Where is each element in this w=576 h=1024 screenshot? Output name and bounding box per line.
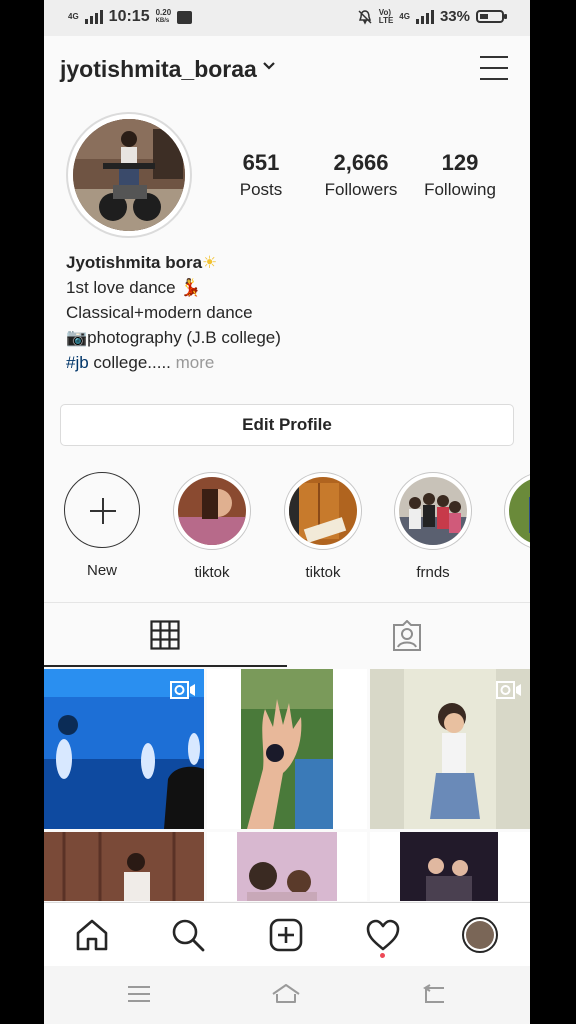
tab-tagged[interactable] [287,603,530,667]
username-switcher[interactable]: jyotishmita_boraa [60,56,257,83]
following-stat[interactable]: 129 Following [418,150,502,200]
post-thumbnail[interactable] [207,669,367,829]
dancer-emoji: 💃 [180,278,202,297]
network-type-right: 4G [399,11,410,21]
followers-stat[interactable]: 2,666 Followers [316,150,406,200]
highlight-new[interactable]: New [60,472,144,579]
signal-icon [84,10,103,24]
bio: Jyotishmita bora☀ 1st love dance 💃 Class… [66,250,281,375]
display-name: Jyotishmita bora [66,253,203,272]
highlight-tiktok-1[interactable]: tiktok [170,472,254,581]
edit-profile-button[interactable]: Edit Profile [60,404,514,446]
bio-line-3: photography (J.B college) [87,328,281,347]
post-thumbnail[interactable] [44,832,204,901]
network-type-left: 4G [68,12,79,21]
posts-stat[interactable]: 651 Posts [232,150,290,200]
video-icon [496,681,521,699]
volte-indicator: Vo) LTE [378,7,394,25]
highlight-label: frnds [416,564,450,581]
highlight-frnds[interactable]: frnds [391,472,475,581]
hashtag-link[interactable]: #jb [66,353,89,372]
search-icon[interactable] [170,917,206,953]
more-link[interactable]: more [171,353,215,372]
phone-screen: 4G 10:15 0.20 KB/s Vo) LTE 4G 33% jyotis… [44,0,530,1024]
post-thumbnail[interactable] [207,832,367,901]
status-bar: 4G 10:15 0.20 KB/s Vo) LTE 4G 33% [44,0,530,36]
back-icon[interactable] [422,984,446,1004]
highlight-tiktok-2[interactable]: tiktok [281,472,365,581]
silent-bell-icon [358,9,372,25]
message-icon [177,10,193,24]
home-icon[interactable] [74,917,110,953]
camera-emoji: 📷 [66,328,88,347]
chevron-down-icon[interactable] [262,59,276,73]
system-navigation-bar [44,966,530,1024]
clock: 10:15 [108,8,150,25]
add-post-icon[interactable] [268,917,304,953]
highlight-label: tiktok [305,564,341,581]
highlight-cover [509,477,530,545]
profile-header: jyotishmita_boraa [44,36,530,104]
highlight-label: tiktok [194,564,230,581]
highlight-tree[interactable]: tree [501,472,530,581]
tagged-icon [393,620,421,651]
sun-emoji: ☀ [202,253,218,272]
highlight-label: New [86,562,117,579]
activity-notification-dot [380,953,385,958]
highlight-cover [178,477,246,545]
profile-photo [73,119,185,231]
profile-tab-avatar[interactable] [462,917,498,953]
battery-percent: 33% [439,8,470,25]
grid-icon [150,620,180,650]
network-speed: 0.20 KB/s [155,8,172,25]
home-system-icon[interactable] [271,982,301,1004]
heart-icon[interactable] [365,917,401,953]
profile-avatar[interactable] [66,112,192,238]
bio-line-4: college..... [88,353,171,372]
menu-button[interactable] [480,56,508,82]
signal-icon-right [415,9,434,24]
battery-icon [476,10,507,23]
highlight-cover [399,477,467,545]
highlight-cover [289,477,357,545]
bio-line-1: 1st love dance [66,278,176,297]
menu-icon[interactable] [128,984,150,1004]
post-thumbnail[interactable] [370,669,530,829]
bio-line-2: Classical+modern dance [66,303,253,322]
plus-icon [64,472,140,548]
post-thumbnail[interactable] [44,669,204,829]
post-thumbnail[interactable] [370,832,530,901]
bottom-navigation [44,902,530,966]
video-icon [170,681,195,699]
tab-posts-grid[interactable] [44,603,287,667]
profile-tabs [44,602,530,667]
highlight-label: tree [501,564,530,581]
posts-grid [44,669,530,901]
